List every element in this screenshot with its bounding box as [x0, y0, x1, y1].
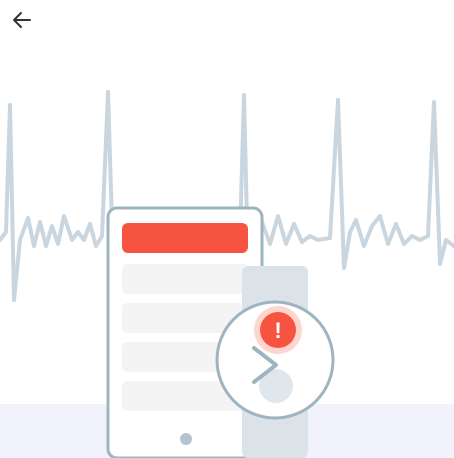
phone-banner	[122, 223, 248, 253]
phone-home-button	[180, 433, 192, 445]
alert-icon: !	[254, 306, 302, 354]
ecg-onboarding-screen: !	[0, 0, 454, 458]
ecg-illustration: !	[0, 90, 454, 458]
alert-glyph: !	[274, 318, 281, 343]
phone-list-row	[122, 264, 248, 294]
